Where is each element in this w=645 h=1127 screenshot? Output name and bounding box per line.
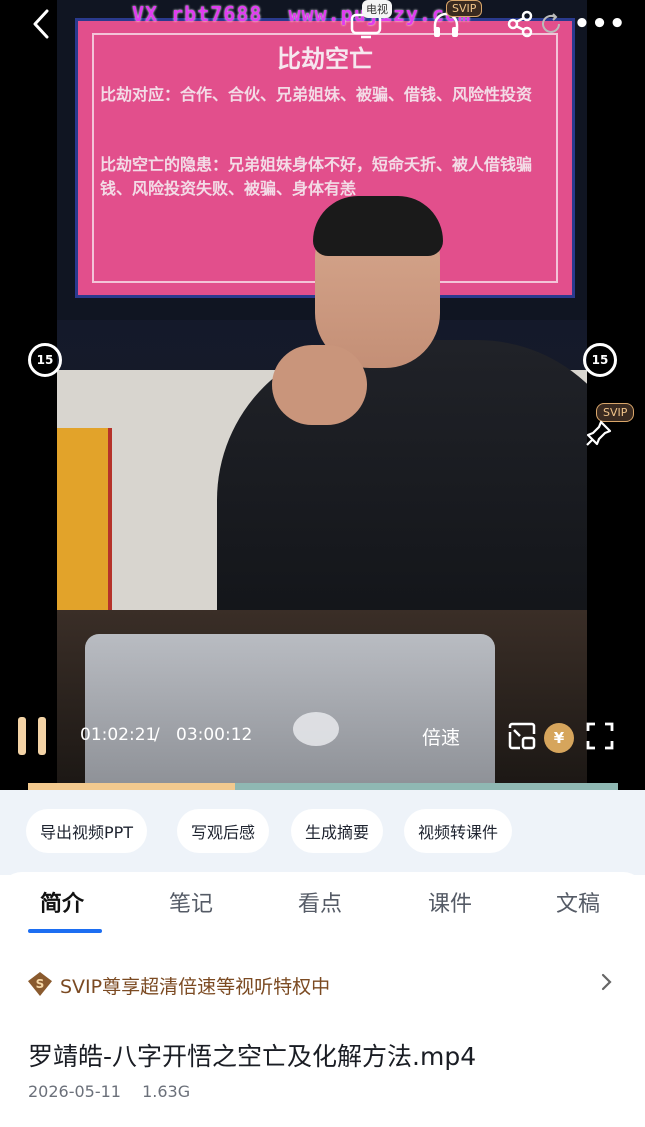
tab-intro[interactable]: 简介	[40, 886, 84, 918]
write-review-chip[interactable]: 写观后感	[177, 809, 270, 853]
active-tab-indicator	[28, 929, 102, 933]
time-separator: /	[154, 725, 160, 745]
tab-transcript[interactable]: 文稿	[556, 886, 600, 918]
tab-notes[interactable]: 笔记	[169, 886, 213, 918]
progress-fill	[28, 783, 235, 790]
video-player[interactable]: 比劫空亡 比劫对应：合作、合伙、兄弟姐妹、被骗、借钱、风险性投资 比劫空亡的隐患…	[0, 0, 645, 790]
export-ppt-chip[interactable]: 导出视频PPT	[26, 809, 148, 853]
coin-icon[interactable]: ¥	[544, 723, 574, 753]
more-icon[interactable]: •••	[574, 4, 626, 44]
player-controls: 01:02:21 / 03:00:12 倍速 ¥	[0, 712, 645, 762]
tv-tag: 电视	[362, 0, 392, 18]
pause-icon[interactable]	[18, 717, 48, 755]
skip-back-15-icon[interactable]: 15	[28, 343, 62, 377]
action-chip-row: 导出视频PPT 写观后感 生成摘要 视频转课件	[0, 790, 645, 875]
svip-promo-text: SVIP尊享超清倍速等视听特权中	[60, 976, 331, 998]
video-to-courseware-chip[interactable]: 视频转课件	[404, 809, 513, 853]
watermark-text: VX rbt7688 www.pujizy.com	[132, 2, 472, 26]
svip-tag: SVIP	[446, 0, 483, 17]
back-icon[interactable]	[24, 4, 58, 44]
current-time: 01:02:21	[80, 725, 157, 745]
tab-highlights[interactable]: 看点	[298, 886, 342, 918]
picture-in-picture-icon[interactable]	[506, 720, 538, 752]
presenter-hand	[272, 345, 367, 425]
slide-line-1: 比劫对应：合作、合伙、兄弟姐妹、被骗、借钱、风险性投资	[100, 85, 533, 104]
file-title: 罗靖皓-八字开悟之空亡及化解方法.mp4	[28, 1042, 477, 1071]
svip-promo-row[interactable]: S SVIP尊享超清倍速等视听特权中	[28, 970, 618, 1000]
slide-line-2: 比劫空亡的隐患：兄弟姐妹身体不好，短命夭折、被人借钱骗钱、风险投资失败、被骗、身…	[100, 155, 533, 198]
generate-summary-chip[interactable]: 生成摘要	[291, 809, 384, 853]
fullscreen-icon[interactable]	[584, 720, 616, 752]
tab-courseware[interactable]: 课件	[428, 886, 472, 918]
presenter-hair	[313, 196, 443, 256]
refresh-icon[interactable]	[534, 4, 568, 44]
speed-button[interactable]: 倍速	[422, 723, 460, 750]
file-size: 1.63G	[142, 1082, 191, 1101]
file-meta: 2026-05-11 1.63G	[28, 1082, 190, 1101]
video-frame: 比劫空亡 比劫对应：合作、合伙、兄弟姐妹、被骗、借钱、风险性投资 比劫空亡的隐患…	[57, 0, 587, 790]
chevron-right-icon[interactable]	[600, 970, 614, 1000]
progress-bar[interactable]	[28, 783, 618, 790]
total-duration: 03:00:12	[176, 725, 253, 745]
info-panel: 简介 笔记 看点 课件 文稿 S SVIP尊享超清倍速等视听特权中 罗靖皓-八字…	[0, 872, 645, 1127]
slide-title: 比劫空亡	[277, 44, 373, 73]
pin-icon[interactable]	[584, 418, 614, 448]
svip-diamond-icon: S	[28, 972, 52, 996]
skip-forward-15-icon[interactable]: 15	[583, 343, 617, 377]
file-date: 2026-05-11	[28, 1082, 121, 1101]
calligraphy-banner	[57, 428, 112, 613]
